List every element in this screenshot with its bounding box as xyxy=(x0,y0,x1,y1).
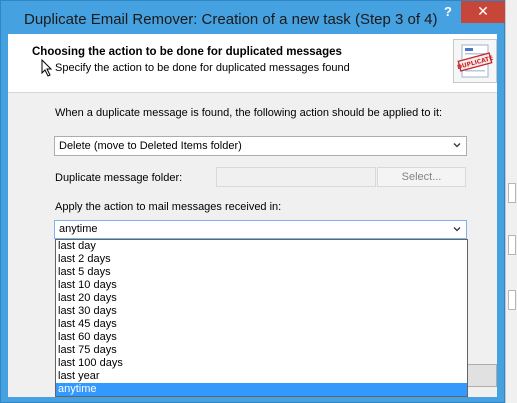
mouse-pointer-icon xyxy=(41,59,53,77)
duplicate-stamp-icon: DUPLICATE xyxy=(453,39,497,83)
wizard-header: Choosing the action to be done for dupli… xyxy=(8,34,497,93)
dropdown-option[interactable]: last day xyxy=(56,240,467,253)
folder-label: Duplicate message folder: xyxy=(55,172,183,184)
dropdown-option[interactable]: last 45 days xyxy=(56,318,467,331)
help-button[interactable]: ? xyxy=(440,3,456,21)
dropdown-option[interactable]: last 100 days xyxy=(56,357,467,370)
wizard-dialog: Duplicate Email Remover: Creation of a n… xyxy=(0,0,505,403)
period-select-value: anytime xyxy=(59,223,98,235)
dropdown-option[interactable]: anytime xyxy=(56,383,467,396)
period-select[interactable]: anytime xyxy=(54,220,467,239)
dropdown-option[interactable]: last 75 days xyxy=(56,344,467,357)
dropdown-option[interactable]: last 5 days xyxy=(56,266,467,279)
background-window-tab xyxy=(508,235,516,255)
background-window-edge xyxy=(505,0,517,403)
step-heading: Choosing the action to be done for dupli… xyxy=(32,46,342,58)
duplicate-folder-field xyxy=(216,167,376,187)
action-select[interactable]: Delete (move to Deleted Items folder) xyxy=(54,136,467,156)
dropdown-option[interactable]: last year xyxy=(56,370,467,383)
dropdown-option[interactable]: last 2 days xyxy=(56,253,467,266)
dropdown-option[interactable]: last 60 days xyxy=(56,331,467,344)
window-title: Duplicate Email Remover: Creation of a n… xyxy=(24,11,438,28)
period-dropdown-list[interactable]: last day last 2 days last 5 days last 10 da… xyxy=(55,239,468,397)
title-bar[interactable]: Duplicate Email Remover: Creation of a n… xyxy=(1,1,506,34)
close-button[interactable]: ✕ xyxy=(461,1,505,23)
step-description: Specify the action to be done for duplic… xyxy=(55,62,350,74)
chevron-down-icon xyxy=(453,143,461,148)
select-folder-button: Select... xyxy=(377,167,466,187)
chevron-down-icon xyxy=(453,227,461,232)
action-prompt-label: When a duplicate message is found, the f… xyxy=(55,107,443,119)
dropdown-option[interactable]: last 30 days xyxy=(56,305,467,318)
dropdown-option[interactable]: last 10 days xyxy=(56,279,467,292)
period-label: Apply the action to mail messages receiv… xyxy=(55,201,282,213)
dropdown-option[interactable]: last 20 days xyxy=(56,292,467,305)
background-window-tab xyxy=(508,183,516,203)
action-select-value: Delete (move to Deleted Items folder) xyxy=(59,140,242,152)
background-window-tab xyxy=(508,290,516,310)
